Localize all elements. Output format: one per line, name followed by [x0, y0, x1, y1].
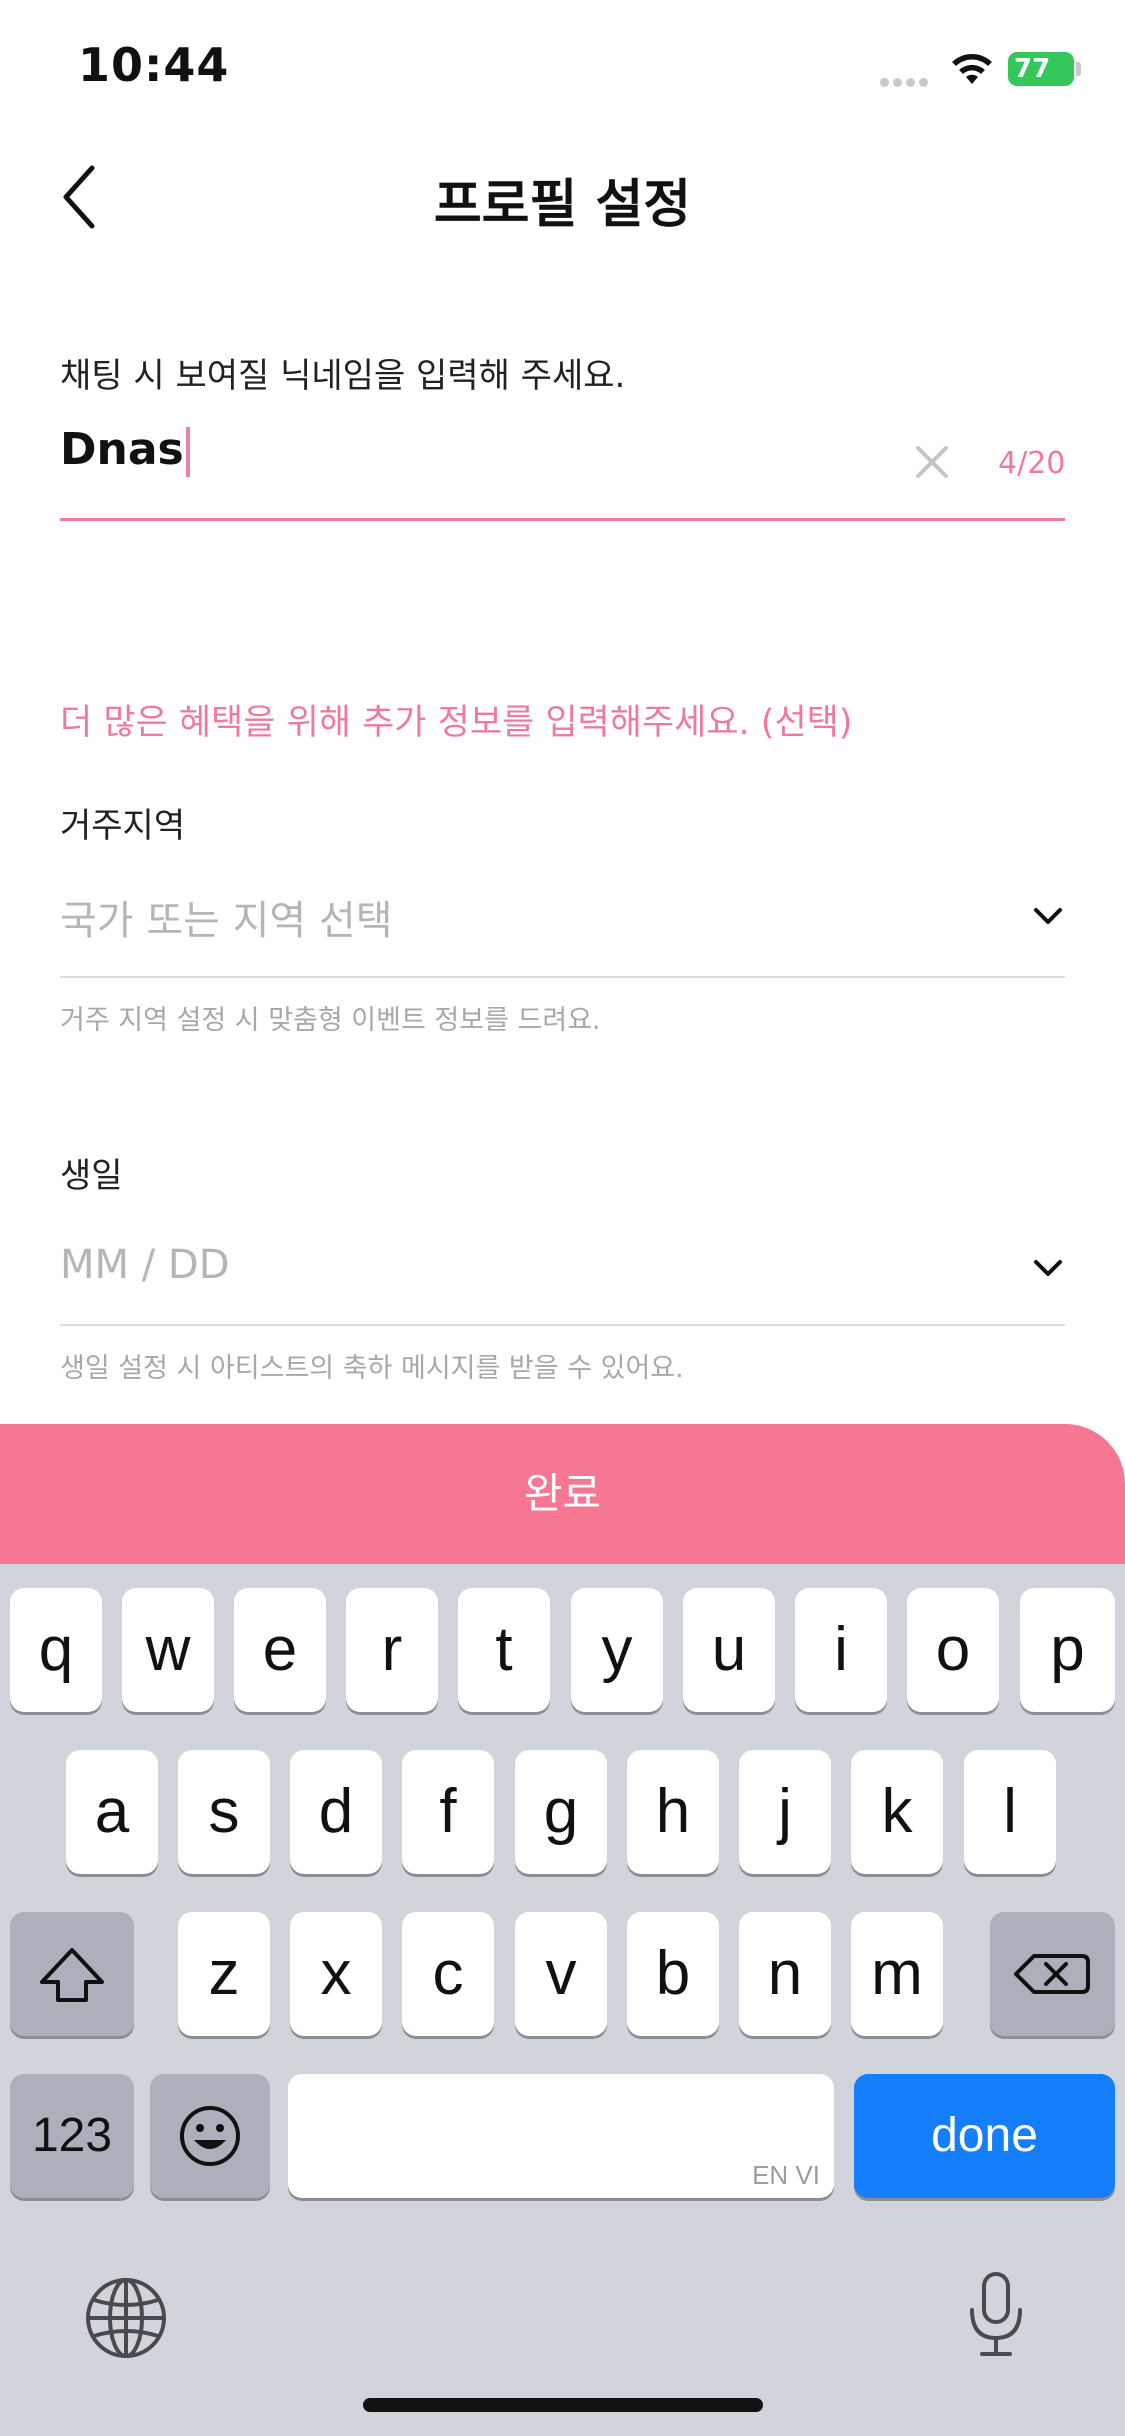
microphone-icon[interactable]: [966, 2270, 1026, 2360]
key-a[interactable]: a: [66, 1750, 158, 1874]
backspace-icon: [1014, 1954, 1090, 1994]
shift-key[interactable]: [10, 1912, 134, 2036]
key-v[interactable]: v: [515, 1912, 607, 2036]
emoji-key[interactable]: [150, 2074, 270, 2198]
nickname-input[interactable]: Dnas: [60, 424, 190, 477]
home-indicator: [363, 2398, 763, 2412]
key-n[interactable]: n: [739, 1912, 831, 2036]
space-key[interactable]: EN VI: [288, 2074, 834, 2198]
region-label: 거주지역: [60, 806, 186, 846]
keyboard: q w e r t y u i o p a s d f g h j k l z …: [0, 1564, 1125, 2436]
nickname-underline: [60, 518, 1065, 521]
emoji-icon: [180, 2106, 240, 2166]
key-w[interactable]: w: [122, 1588, 214, 1712]
key-b[interactable]: b: [627, 1912, 719, 2036]
key-i[interactable]: i: [795, 1588, 887, 1712]
nickname-value: Dnas: [60, 424, 184, 475]
battery-cap: [1076, 62, 1081, 76]
key-q[interactable]: q: [10, 1588, 102, 1712]
text-caret: [185, 427, 190, 477]
key-z[interactable]: z: [178, 1912, 270, 2036]
shift-icon: [40, 1948, 104, 2002]
key-c[interactable]: c: [402, 1912, 494, 2036]
key-s[interactable]: s: [178, 1750, 270, 1874]
wifi-icon: [952, 54, 992, 84]
birthday-select[interactable]: MM / DD: [60, 1242, 230, 1288]
birthday-underline: [60, 1324, 1065, 1326]
key-p[interactable]: p: [1020, 1588, 1115, 1712]
key-e[interactable]: e: [234, 1588, 326, 1712]
key-h[interactable]: h: [627, 1750, 719, 1874]
chevron-down-icon[interactable]: [1032, 906, 1064, 926]
key-g[interactable]: g: [515, 1750, 607, 1874]
birthday-label: 생일: [60, 1156, 123, 1196]
nickname-prompt: 채팅 시 보여질 닉네임을 입력해 주세요.: [60, 356, 626, 396]
key-k[interactable]: k: [851, 1750, 943, 1874]
battery-icon: 77: [1008, 52, 1074, 86]
region-select[interactable]: 국가 또는 지역 선택: [60, 888, 393, 946]
key-t[interactable]: t: [458, 1588, 550, 1712]
clear-icon[interactable]: [912, 442, 952, 482]
key-r[interactable]: r: [346, 1588, 438, 1712]
key-m[interactable]: m: [851, 1912, 943, 2036]
done-key[interactable]: done: [854, 2074, 1115, 2198]
chevron-down-icon[interactable]: [1032, 1258, 1064, 1278]
complete-button[interactable]: 완료: [0, 1424, 1125, 1564]
optional-info-heading: 더 많은 혜택을 위해 추가 정보를 입력해주세요. (선택): [60, 703, 853, 743]
numbers-key[interactable]: 123: [10, 2074, 134, 2198]
key-l[interactable]: l: [964, 1750, 1056, 1874]
key-f[interactable]: f: [402, 1750, 494, 1874]
region-helper-text: 거주 지역 설정 시 맞춤형 이벤트 정보를 드려요.: [60, 1005, 601, 1036]
status-time: 10:44: [78, 38, 230, 92]
backspace-key[interactable]: [990, 1912, 1115, 2036]
key-d[interactable]: d: [290, 1750, 382, 1874]
region-underline: [60, 976, 1065, 978]
globe-icon[interactable]: [84, 2276, 168, 2360]
cellular-signal-icon: [880, 72, 932, 91]
key-y[interactable]: y: [571, 1588, 663, 1712]
key-u[interactable]: u: [683, 1588, 775, 1712]
key-o[interactable]: o: [907, 1588, 999, 1712]
space-language-indicator: EN VI: [752, 2160, 820, 2190]
key-x[interactable]: x: [290, 1912, 382, 2036]
nickname-char-counter: 4/20: [998, 446, 1066, 481]
page-title: 프로필 설정: [433, 175, 692, 235]
birthday-helper-text: 생일 설정 시 아티스트의 축하 메시지를 받을 수 있어요.: [60, 1353, 684, 1384]
key-j[interactable]: j: [739, 1750, 831, 1874]
